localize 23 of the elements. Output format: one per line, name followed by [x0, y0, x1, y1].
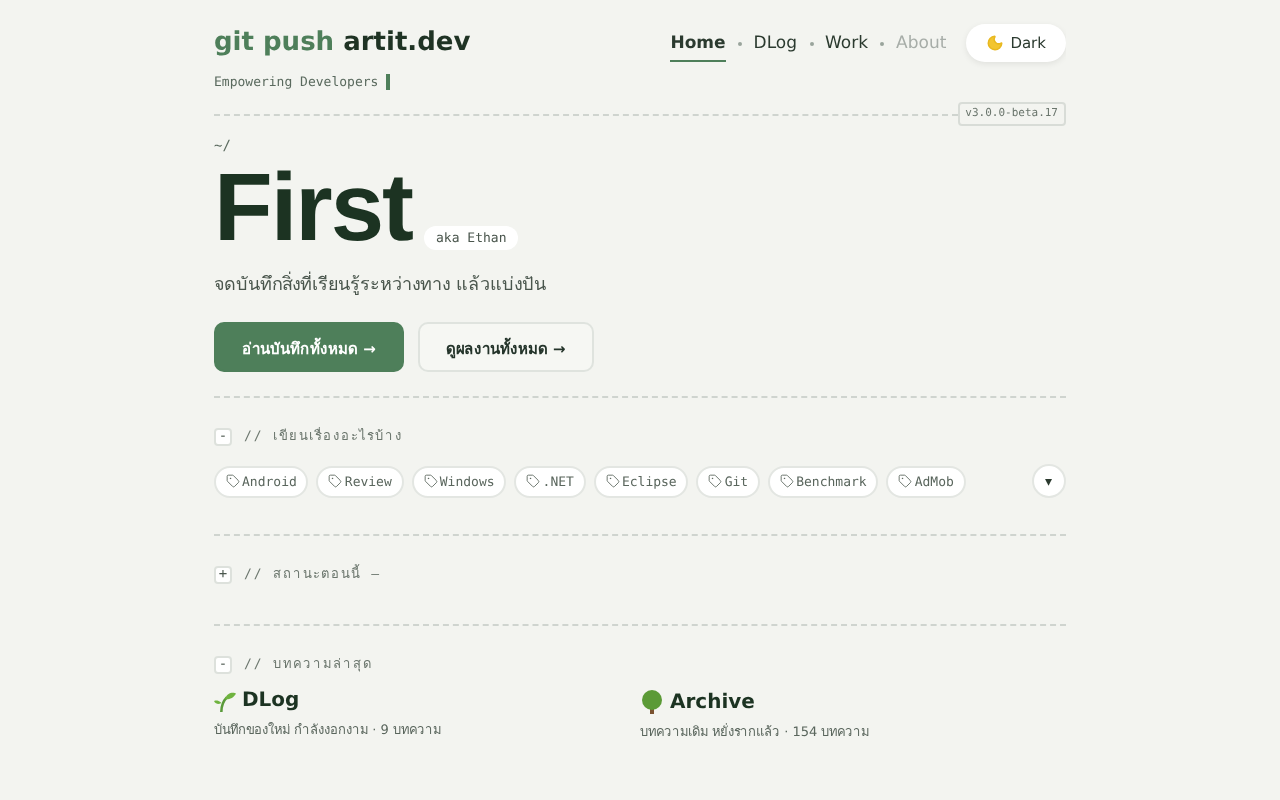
tag-icon — [226, 474, 240, 488]
tag-icon — [780, 474, 795, 488]
text-cursor — [386, 74, 391, 90]
nav-link[interactable]: DLog — [753, 25, 798, 61]
tag-icon — [526, 474, 541, 488]
hero-subtitle: จดบันทึกสิ่งที่เรียนรู้ระหว่างทาง แล้วแบ่งปัน — [214, 270, 1066, 298]
nav-separator-icon — [809, 41, 814, 45]
nav-separator-icon — [880, 41, 885, 45]
hero-title: First — [214, 166, 413, 254]
sprout-icon — [214, 690, 236, 712]
nav-separator-icon — [737, 41, 742, 45]
tag-icon — [605, 474, 620, 488]
tag-icon — [328, 474, 343, 488]
tag-icon — [423, 474, 438, 488]
tree-icon — [640, 690, 664, 714]
nav-link[interactable]: Home — [670, 25, 726, 61]
moon-icon — [986, 34, 1005, 52]
nav-link[interactable]: Work — [825, 25, 869, 61]
category-link[interactable]: Archive — [640, 690, 1066, 714]
category-link[interactable]: DLog — [214, 690, 640, 712]
tag-icon — [708, 474, 723, 488]
site-logo[interactable]: git push artit.dev — [214, 28, 471, 58]
tag-icon — [898, 474, 913, 488]
